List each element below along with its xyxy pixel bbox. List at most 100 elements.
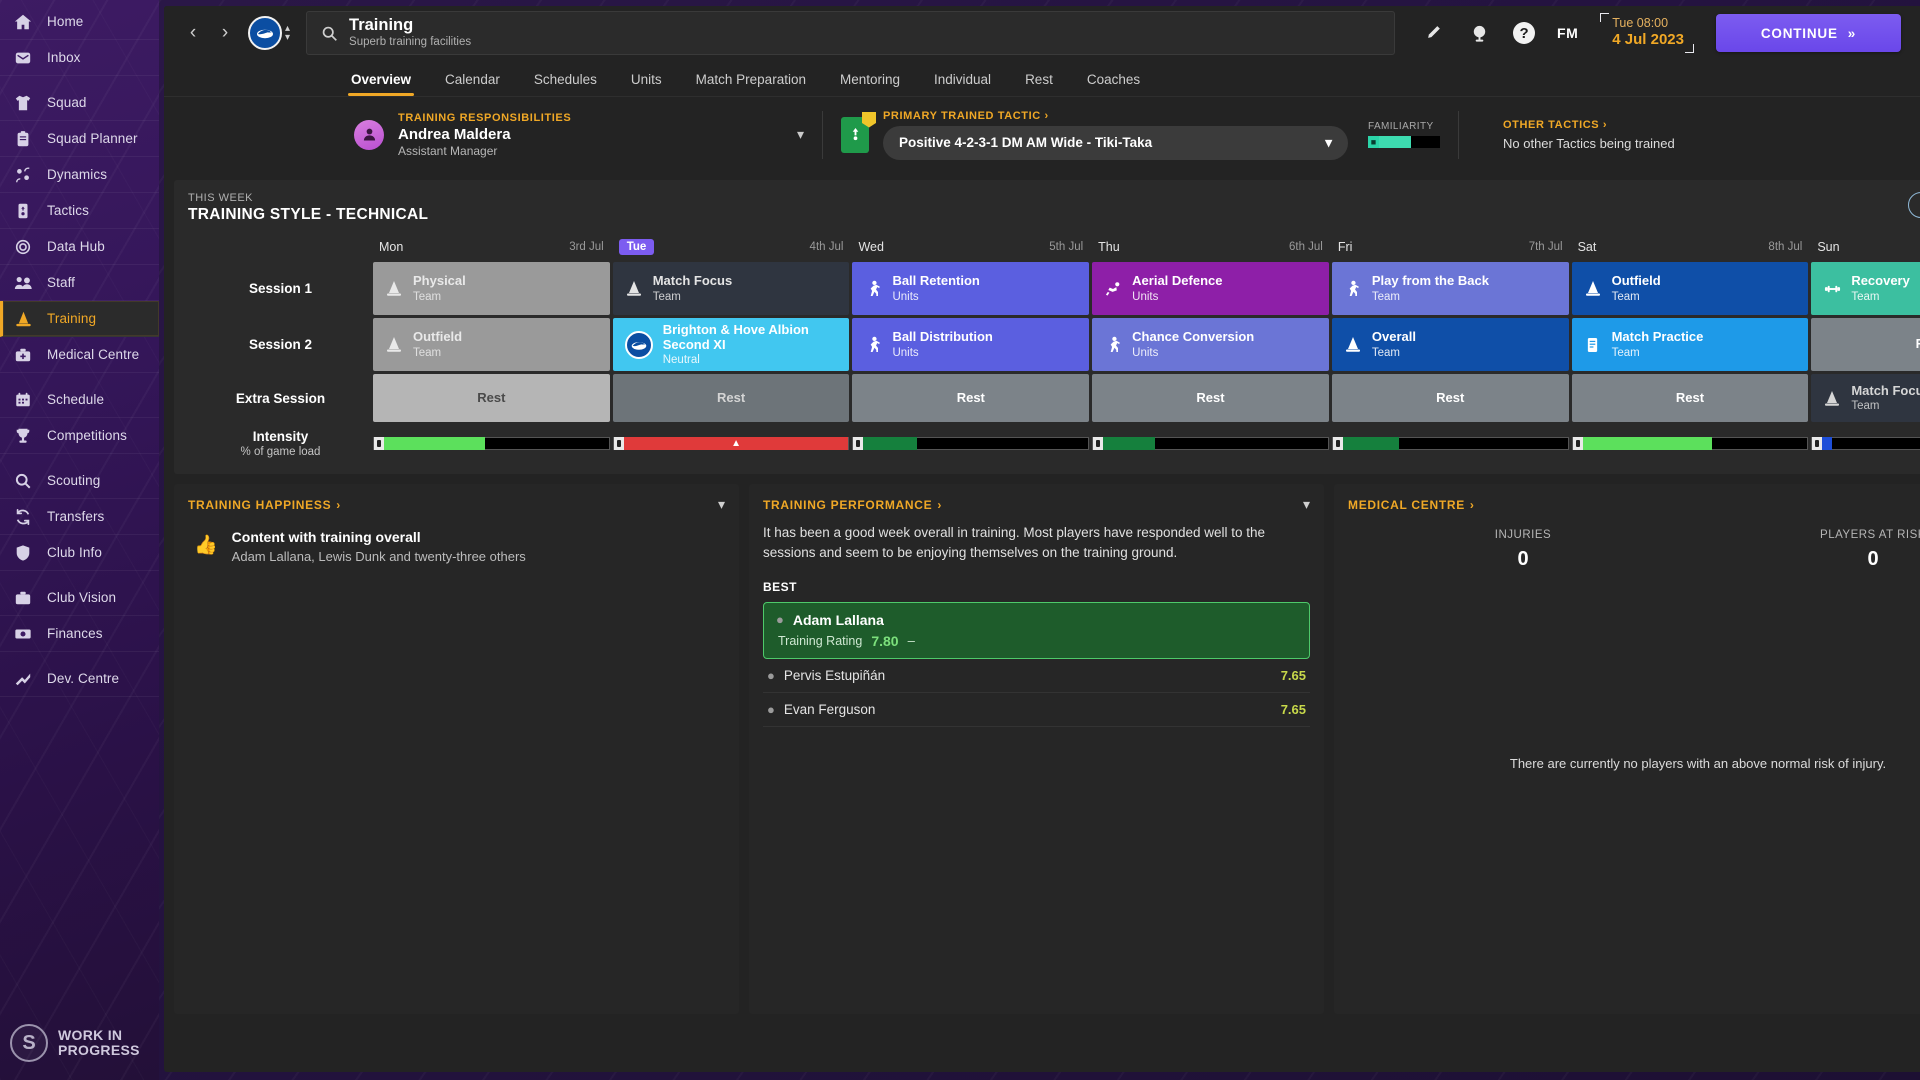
tab-individual[interactable]: Individual: [917, 72, 1008, 96]
intensity-handle-icon[interactable]: [374, 436, 384, 450]
training-responsibilities[interactable]: TRAINING RESPONSIBILITIES Andrea Maldera…: [354, 112, 804, 158]
sidebar-item-competitions[interactable]: Competitions: [0, 418, 159, 454]
extra-session-cell[interactable]: Rest: [373, 374, 610, 422]
fm-logo[interactable]: FM: [1557, 25, 1578, 41]
best-player-card[interactable]: ● Adam Lallana Training Rating 7.80 –: [763, 601, 1310, 659]
performance-row[interactable]: ● Evan Ferguson 7.65: [763, 693, 1310, 727]
training-session-cell[interactable]: Outfield Team: [1571, 262, 1809, 315]
intensity-bar[interactable]: ▲: [612, 436, 850, 450]
happiness-collapse-chevron-icon[interactable]: ▾: [718, 496, 725, 513]
training-session-cell[interactable]: Ball Retention Units: [852, 262, 1090, 315]
extra-session-cell[interactable]: Rest: [1331, 374, 1569, 422]
forward-button[interactable]: ›: [210, 18, 240, 48]
back-button[interactable]: ‹: [178, 18, 208, 48]
extra-session-sub: Team: [1851, 400, 1880, 413]
extra-session-cell[interactable]: Rest: [852, 374, 1090, 422]
sidebar-item-schedule[interactable]: Schedule: [0, 382, 159, 418]
search-input[interactable]: Training Superb training facilities: [306, 11, 1396, 55]
intensity-handle-icon[interactable]: [1332, 436, 1343, 450]
sidebar-item-club-vision[interactable]: Club Vision: [0, 580, 159, 616]
sidebar-item-dev-centre[interactable]: Dev. Centre: [0, 661, 159, 697]
session-name: Outfield: [413, 329, 463, 345]
training-session-cell[interactable]: Ball Distribution Units: [852, 318, 1090, 371]
session-name: Play from the Back: [1371, 273, 1489, 289]
intensity-handle-icon[interactable]: [1093, 436, 1104, 450]
intensity-handle-icon[interactable]: [853, 436, 864, 450]
tab-rest[interactable]: Rest: [1008, 72, 1070, 96]
training-session-cell[interactable]: Recovery Team: [1811, 262, 1920, 315]
training-happiness-title[interactable]: TRAINING HAPPINESS ›: [188, 498, 341, 512]
session-sub: Team: [1611, 346, 1640, 359]
sidebar-item-inbox[interactable]: Inbox: [0, 40, 159, 76]
sidebar-item-squad-planner[interactable]: Squad Planner: [0, 121, 159, 157]
training-session-cell[interactable]: Brighton & Hove Albion Second XI Neutral: [612, 318, 850, 371]
sidebar-item-transfers[interactable]: Transfers: [0, 499, 159, 535]
cell-wrap: Match Practice Team: [1571, 318, 1809, 371]
training-session-cell[interactable]: Physical Team: [373, 262, 610, 315]
intensity-bar[interactable]: [1811, 436, 1920, 450]
tab-schedules[interactable]: Schedules: [517, 72, 614, 96]
intensity-handle-icon[interactable]: [613, 436, 624, 450]
cell-wrap: Rest: [1811, 318, 1920, 371]
sidebar-item-home[interactable]: Home: [0, 4, 159, 40]
extra-session-cell[interactable]: Rest: [1092, 374, 1329, 422]
intensity-handle-icon[interactable]: [1572, 436, 1583, 450]
session-sub: Team: [652, 290, 681, 303]
tab-calendar[interactable]: Calendar: [428, 72, 517, 96]
training-calendar-button[interactable]: Training Calendar ›: [1907, 192, 1920, 218]
tab-mentoring[interactable]: Mentoring: [823, 72, 917, 96]
medical-centre-title[interactable]: MEDICAL CENTRE ›: [1348, 498, 1475, 512]
sidebar-item-squad[interactable]: Squad: [0, 85, 159, 121]
happiness-entry: 👍 Content with training overall Adam Lal…: [188, 529, 725, 564]
session-sub: Units: [892, 346, 919, 359]
sidebar-item-scouting[interactable]: Scouting: [0, 463, 159, 499]
club-spinner-icon[interactable]: ▴ ▾: [285, 23, 290, 42]
tab-units[interactable]: Units: [614, 72, 679, 96]
sidebar-item-training[interactable]: Training: [0, 301, 159, 337]
sidebar-item-finances[interactable]: Finances: [0, 616, 159, 652]
performance-row[interactable]: ● Pervis Estupiñán 7.65: [763, 659, 1310, 693]
extra-session-cell[interactable]: Rest: [612, 374, 850, 422]
training-session-cell[interactable]: Aerial Defence Units: [1092, 262, 1329, 315]
intensity-bar[interactable]: [1331, 436, 1569, 450]
responsibilities-chevron-down-icon[interactable]: ▾: [797, 126, 804, 143]
training-session-cell[interactable]: Play from the Back Team: [1331, 262, 1569, 315]
sidebar-item-data-hub[interactable]: Data Hub: [0, 229, 159, 265]
club-selector[interactable]: ▴ ▾: [248, 16, 290, 50]
extra-session-cell[interactable]: Rest: [1571, 374, 1809, 422]
primary-tactic-select[interactable]: Positive 4-2-3-1 DM AM Wide - Tiki-Taka …: [883, 125, 1348, 160]
training-session-cell[interactable]: Overall Team: [1331, 318, 1569, 371]
training-session-cell[interactable]: Match Focus Team: [612, 262, 850, 315]
intensity-bar[interactable]: [1571, 436, 1809, 450]
extra-session-cell[interactable]: Match Focus Team: [1811, 374, 1920, 422]
training-session-cell[interactable]: Rest: [1811, 318, 1920, 371]
sidebar-item-medical-centre[interactable]: Medical Centre: [0, 337, 159, 373]
continue-button[interactable]: CONTINUE »: [1715, 14, 1901, 52]
help-icon[interactable]: ?: [1513, 22, 1536, 44]
sidebar-item-dynamics[interactable]: Dynamics: [0, 157, 159, 193]
sidebar-item-label: Staff: [47, 275, 76, 290]
intensity-bar[interactable]: [373, 436, 610, 450]
pencil-icon[interactable]: [1421, 21, 1445, 45]
performance-collapse-chevron-icon[interactable]: ▾: [1303, 496, 1310, 513]
sidebar-item-club-info[interactable]: Club Info: [0, 535, 159, 571]
training-session-cell[interactable]: Chance Conversion Units: [1092, 318, 1329, 371]
sidebar-item-tactics[interactable]: Tactics: [0, 193, 159, 229]
tab-coaches[interactable]: Coaches: [1070, 72, 1157, 96]
shield-icon: [12, 542, 34, 564]
tab-match-preparation[interactable]: Match Preparation: [679, 72, 823, 96]
training-session-cell[interactable]: Outfield Team: [373, 318, 610, 371]
training-session-cell[interactable]: Match Practice Team: [1571, 318, 1809, 371]
other-tactics-label[interactable]: OTHER TACTICS ›: [1503, 119, 1675, 131]
training-performance-title[interactable]: TRAINING PERFORMANCE ›: [763, 498, 942, 512]
globe-icon[interactable]: [1467, 21, 1491, 45]
chevron-right-icon-4: ›: [336, 497, 341, 512]
sidebar-item-staff[interactable]: Staff: [0, 265, 159, 301]
primary-tactic-label[interactable]: PRIMARY TRAINED TACTIC ›: [883, 110, 1348, 122]
intensity-bar[interactable]: [852, 436, 1090, 450]
intensity-bar[interactable]: [1092, 436, 1329, 450]
intensity-handle-icon[interactable]: [1812, 436, 1823, 450]
double-chevron-right-icon: »: [1847, 25, 1857, 41]
tab-overview[interactable]: Overview: [334, 72, 428, 96]
tab-bar: Overview Calendar Schedules Units Match Prep…: [164, 60, 1920, 96]
